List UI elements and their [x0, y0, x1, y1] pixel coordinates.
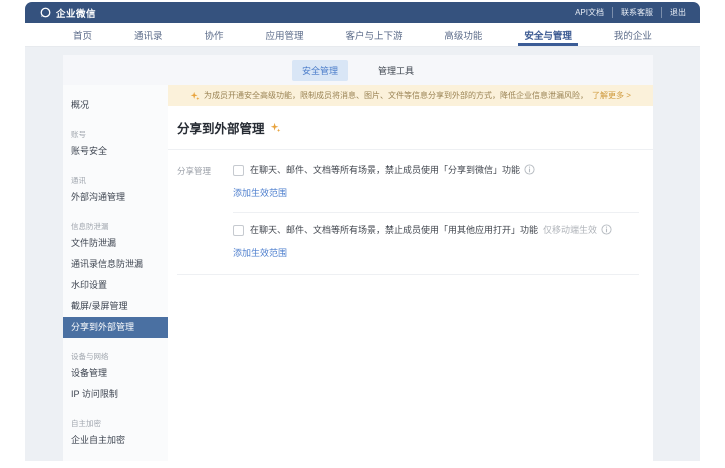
open-with-other-app-checkbox[interactable]: [233, 225, 244, 236]
learn-more-link[interactable]: 了解更多 >: [592, 90, 631, 101]
banner-text: 为成员开通安全高级功能，限制成员将消息、图片、文件等信息分享到外部的方式，降低企…: [204, 90, 588, 101]
tabs-bar: 安全管理 管理工具: [63, 55, 653, 85]
nav-item-security-management[interactable]: 安全与管理: [524, 23, 572, 46]
nav-item-contacts[interactable]: 通讯录: [134, 23, 163, 46]
sidebar-item-external-communication[interactable]: 外部沟通管理: [63, 187, 168, 208]
setting-row-share-to-wechat: 在聊天、邮件、文档等所有场景，禁止成员使用「分享到微信」功能: [233, 164, 639, 177]
nav-item-home[interactable]: 首页: [73, 23, 92, 46]
divider: [177, 274, 639, 275]
divider: [233, 212, 639, 213]
wecom-logo-icon: [39, 6, 52, 19]
group-label: 分享管理: [177, 164, 233, 261]
sidebar-item-file-dlp[interactable]: 文件防泄漏: [63, 233, 168, 254]
page-title: 分享到外部管理: [177, 118, 265, 137]
sidebar-section-account: 账号: [63, 128, 168, 141]
sidebar-item-overview[interactable]: 概况: [63, 95, 168, 116]
nav-item-my-company[interactable]: 我的企业: [614, 23, 652, 46]
contact-support-link[interactable]: 联系客服: [612, 7, 653, 18]
sparkle-icon: [270, 122, 281, 133]
tab-admin-tools[interactable]: 管理工具: [368, 60, 424, 81]
logout-link[interactable]: 退出: [661, 7, 686, 18]
main-nav: 首页 通讯录 协作 应用管理 客户与上下游 高级功能 安全与管理 我的企业: [25, 23, 700, 47]
setting-note: 仅移动端生效: [543, 224, 597, 237]
nav-item-customers[interactable]: 客户与上下游: [345, 23, 402, 46]
sidebar-section-communication: 通讯: [63, 174, 168, 187]
wecom-logo[interactable]: 企业微信: [39, 6, 96, 20]
sidebar-item-external-sharing[interactable]: 分享到外部管理: [63, 317, 168, 338]
api-docs-link[interactable]: API文档: [575, 7, 604, 18]
sidebar-item-enterprise-encryption[interactable]: 企业自主加密: [63, 430, 168, 451]
add-scope-link[interactable]: 添加生效范围: [233, 246, 287, 259]
info-icon[interactable]: [524, 164, 535, 175]
upgrade-banner: 为成员开通安全高级功能，限制成员将消息、图片、文件等信息分享到外部的方式，降低企…: [168, 85, 653, 106]
main-card: 安全管理 管理工具 概况 账号 账号安全 通讯 外部沟通管理 信息防泄漏 文件防…: [63, 55, 653, 461]
title-row: 分享到外部管理: [168, 106, 653, 150]
nav-item-app-management[interactable]: 应用管理: [265, 23, 303, 46]
sidebar-item-screenshot-management[interactable]: 截屏/录屏管理: [63, 296, 168, 317]
topbar-links: API文档 联系客服 退出: [575, 7, 686, 18]
sidebar-item-device-management[interactable]: 设备管理: [63, 363, 168, 384]
share-to-wechat-checkbox[interactable]: [233, 165, 244, 176]
sparkle-icon: [190, 91, 200, 101]
info-icon[interactable]: [601, 224, 612, 235]
sidebar: 概况 账号 账号安全 通讯 外部沟通管理 信息防泄漏 文件防泄漏 通讯录信息防泄…: [63, 85, 168, 461]
setting-text: 在聊天、邮件、文档等所有场景，禁止成员使用「分享到微信」功能: [250, 164, 520, 177]
nav-item-advanced[interactable]: 高级功能: [444, 23, 482, 46]
setting-row-open-with-other-app: 在聊天、邮件、文档等所有场景，禁止成员使用「用其他应用打开」功能 仅移动端生效: [233, 224, 639, 237]
app-window: 企业微信 API文档 联系客服 退出 首页 通讯录 协作 应用管理 客户与上下游…: [25, 2, 700, 461]
sidebar-item-watermark[interactable]: 水印设置: [63, 275, 168, 296]
content-area: 为成员开通安全高级功能，限制成员将消息、图片、文件等信息分享到外部的方式，降低企…: [168, 85, 653, 461]
sidebar-item-ip-restriction[interactable]: IP 访问限制: [63, 384, 168, 405]
sidebar-section-encryption: 自主加密: [63, 417, 168, 430]
sidebar-item-account-security[interactable]: 账号安全: [63, 141, 168, 162]
setting-text: 在聊天、邮件、文档等所有场景，禁止成员使用「用其他应用打开」功能: [250, 224, 538, 237]
tab-security-management[interactable]: 安全管理: [292, 60, 348, 81]
nav-item-collaboration[interactable]: 协作: [204, 23, 223, 46]
sidebar-section-dlp: 信息防泄漏: [63, 220, 168, 233]
add-scope-link[interactable]: 添加生效范围: [233, 186, 287, 199]
sidebar-item-contacts-dlp[interactable]: 通讯录信息防泄漏: [63, 254, 168, 275]
share-settings-group: 分享管理 在聊天、邮件、文档等所有场景，禁止成员使用「分享到微信」功能 添加生效: [168, 150, 653, 261]
topbar: 企业微信 API文档 联系客服 退出: [25, 2, 700, 23]
sidebar-section-device-network: 设备与网络: [63, 350, 168, 363]
logo-text: 企业微信: [56, 6, 96, 20]
